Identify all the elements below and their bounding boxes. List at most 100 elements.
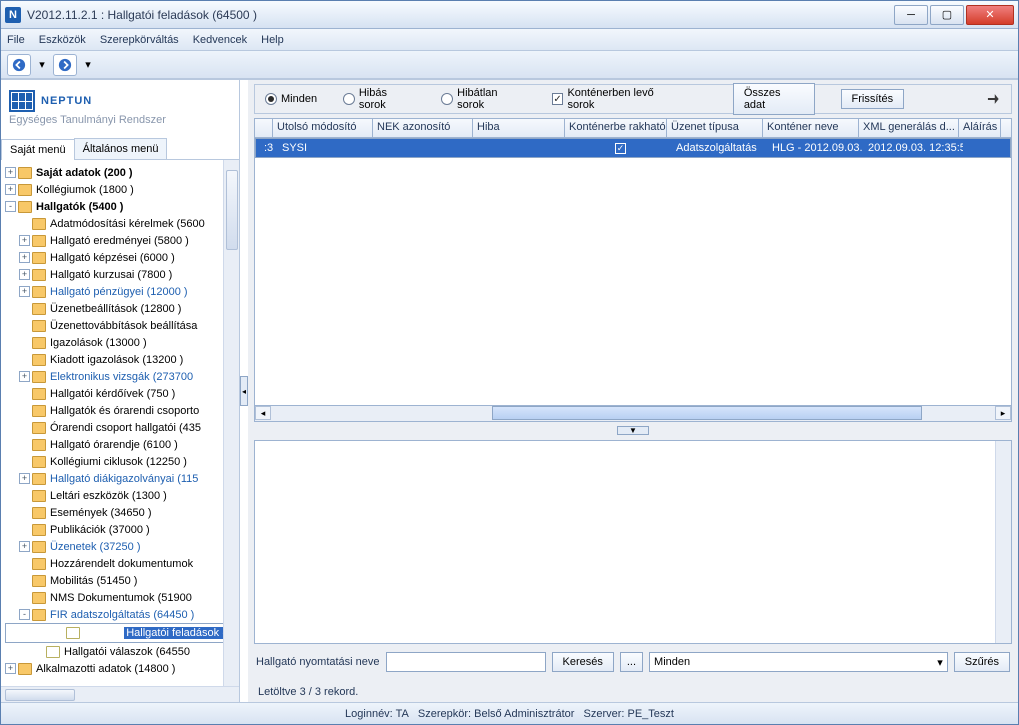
tree-scrollbar-thumb[interactable] [226,170,238,250]
tree-node[interactable]: Publikációk (37000 ) [5,521,239,538]
maximize-button[interactable]: ▢ [930,5,964,25]
column-header[interactable]: Aláírás [959,119,1001,137]
column-header[interactable]: Utolsó módosító [273,119,373,137]
tab-general-menu[interactable]: Általános menü [74,138,168,159]
grid-hscrollbar[interactable]: ◂ ▸ [254,406,1012,422]
tree-expander[interactable]: + [5,663,16,674]
tree-node[interactable]: Hallgatók és órarendi csoporto [5,402,239,419]
radio-errors[interactable]: Hibás sorok [343,87,415,111]
tree-node[interactable]: Hallgatói válaszok (64550 [5,643,239,660]
grid-header[interactable]: Utolsó módosítóNEK azonosítóHibaKonténer… [254,118,1012,138]
app-icon: N [5,7,21,23]
search-input[interactable] [386,652,546,672]
tree-node[interactable]: +Kollégiumok (1800 ) [5,181,239,198]
menu-roleswitch[interactable]: Szerepkörváltás [100,34,179,46]
tree-node[interactable]: +Üzenetek (37250 ) [5,538,239,555]
menu-help[interactable]: Help [261,34,284,46]
menu-file[interactable]: File [7,34,25,46]
tree-node[interactable]: +Hallgató képzései (6000 ) [5,249,239,266]
tree-expander[interactable]: + [19,252,30,263]
hscroll-left[interactable]: ◂ [255,406,271,420]
tree-node[interactable]: +Alkalmazotti adatok (14800 ) [5,660,239,677]
tree-node[interactable]: +Hallgató kurzusai (7800 ) [5,266,239,283]
tree-expander[interactable]: + [19,235,30,246]
column-header[interactable] [255,119,273,137]
tree-node[interactable]: NMS Dokumentumok (51900 [5,589,239,606]
tree-hscrollbar[interactable] [1,686,239,702]
nav-back-dropdown[interactable]: ▾ [35,58,49,71]
tree-node[interactable]: +Elektronikus vizsgák (273700 [5,368,239,385]
tree-node[interactable]: Hallgatói kérdőívek (750 ) [5,385,239,402]
tree-node[interactable]: Kollégiumi ciklusok (12250 ) [5,453,239,470]
nav-forward-dropdown[interactable]: ▾ [81,58,95,71]
minimize-button[interactable]: ─ [894,5,928,25]
grid-body[interactable]: :3SYSI✓AdatszolgáltatásHLG - 2012.09.03.… [254,138,1012,406]
tree-expander[interactable]: - [19,609,30,620]
tree-expander [19,354,30,365]
tree-expander[interactable]: + [5,184,16,195]
tree-hscrollbar-thumb[interactable] [5,689,75,701]
folder-icon [18,167,32,179]
tree-node[interactable]: +Hallgató eredményei (5800 ) [5,232,239,249]
filter-select[interactable]: Minden ▾ [649,652,948,672]
tree-expander[interactable]: - [5,201,16,212]
tree-node[interactable]: Igazolások (13000 ) [5,334,239,351]
checkbox-container-rows[interactable]: ✓Konténerben levő sorok [552,87,681,111]
table-row[interactable]: :3SYSI✓AdatszolgáltatásHLG - 2012.09.03.… [255,138,1011,158]
tree-node[interactable]: Események (34650 ) [5,504,239,521]
hscroll-thumb[interactable] [492,406,922,420]
tree-expander[interactable]: + [5,167,16,178]
tree-node[interactable]: Kiadott igazolások (13200 ) [5,351,239,368]
tree-node[interactable]: Órarendi csoport hallgatói (435 [5,419,239,436]
menu-tools[interactable]: Eszközök [39,34,86,46]
nav-tree[interactable]: +Saját adatok (200 )+Kollégiumok (1800 )… [1,160,239,686]
tree-expander[interactable]: + [19,541,30,552]
tab-own-menu[interactable]: Saját menü [1,139,75,160]
search-more-button[interactable]: ... [620,652,643,672]
radio-ok[interactable]: Hibátlan sorok [441,87,525,111]
tree-node[interactable]: +Hallgató diákigazolványai (115 [5,470,239,487]
nav-back-button[interactable] [7,54,31,76]
tree-expander[interactable]: + [19,269,30,280]
folder-icon [32,218,46,230]
pin-icon[interactable] [985,91,1001,107]
horizontal-splitter[interactable]: ▼ [254,426,1012,436]
tree-node[interactable]: Üzenettovábbítások beállítása [5,317,239,334]
tree-node[interactable]: Hallgató órarendje (6100 ) [5,436,239,453]
tree-node[interactable]: Mobilitás (51450 ) [5,572,239,589]
column-header[interactable]: NEK azonosító [373,119,473,137]
tree-node[interactable]: Üzenetbeállítások (12800 ) [5,300,239,317]
column-header[interactable]: XML generálás d... [859,119,959,137]
column-header[interactable]: Hiba [473,119,565,137]
column-splitter[interactable]: ◂ [240,80,248,702]
tree-node[interactable]: Hozzárendelt dokumentumok [5,555,239,572]
tree-node[interactable]: -Hallgatók (5400 ) [5,198,239,215]
tree-expander[interactable]: + [19,473,30,484]
column-header[interactable]: Üzenet típusa [667,119,763,137]
folder-icon [32,337,46,349]
radio-all[interactable]: Minden [265,93,317,105]
tree-scrollbar[interactable] [223,160,239,686]
button-refresh[interactable]: Frissítés [841,89,905,109]
tree-node[interactable]: -FIR adatszolgáltatás (64450 ) [5,606,239,623]
checkbox-icon[interactable]: ✓ [615,143,626,154]
detail-scrollbar[interactable] [995,441,1011,643]
filter-button[interactable]: Szűrés [954,652,1010,672]
button-all-data[interactable]: Összes adat [733,83,815,115]
tree-node[interactable]: +Saját adatok (200 ) [5,164,239,181]
search-button[interactable]: Keresés [552,652,614,672]
close-button[interactable]: ✕ [966,5,1014,25]
tree-expander[interactable]: + [19,286,30,297]
column-header[interactable]: Konténer neve [763,119,859,137]
folder-icon [32,354,46,366]
folder-icon [32,524,46,536]
tree-node[interactable]: Leltári eszközök (1300 ) [5,487,239,504]
tree-node[interactable]: Hallgatói feladások (6 [5,623,239,643]
column-header[interactable]: Konténerbe rakható [565,119,667,137]
tree-expander[interactable]: + [19,371,30,382]
tree-node[interactable]: Adatmódosítási kérelmek (5600 [5,215,239,232]
menu-favorites[interactable]: Kedvencek [193,34,247,46]
nav-forward-button[interactable] [53,54,77,76]
hscroll-right[interactable]: ▸ [995,406,1011,420]
tree-node[interactable]: +Hallgató pénzügyei (12000 ) [5,283,239,300]
